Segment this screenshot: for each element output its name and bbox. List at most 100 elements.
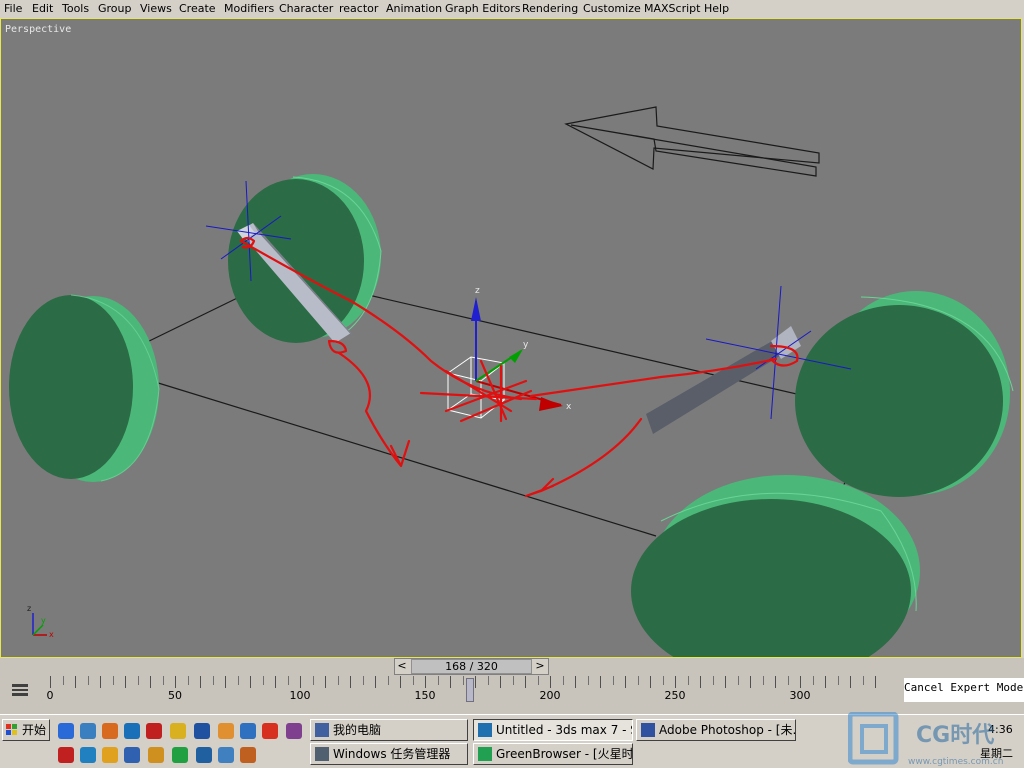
ruler-tick	[500, 676, 501, 688]
warning-icon[interactable]	[170, 723, 186, 739]
app-icon-15[interactable]	[124, 747, 140, 763]
ruler-tick	[137, 676, 139, 685]
qq-icon[interactable]	[218, 723, 234, 739]
task-task-manager[interactable]: Windows 任务管理器	[310, 743, 468, 765]
gizmo-z-label: z	[475, 286, 480, 296]
app-icon-13[interactable]	[80, 747, 96, 763]
track-bar: < 168 / 320 > 0 50 100 150 200 250 300 Cancel …	[0, 658, 1024, 714]
computer-icon	[315, 723, 329, 737]
menu-views[interactable]: Views	[140, 2, 172, 15]
task-3dsmax[interactable]: Untitled - 3ds max 7 - St...	[473, 719, 633, 741]
app-icon-5[interactable]	[146, 723, 162, 739]
ruler-tick	[537, 676, 539, 685]
menu-create[interactable]: Create	[179, 2, 216, 15]
ruler-tick	[675, 676, 676, 688]
ruler-tick	[850, 676, 851, 688]
ruler-tick	[787, 676, 789, 685]
perspective-viewport[interactable]: Perspective z x y z x y	[0, 18, 1022, 658]
time-scrubber[interactable]: < 168 / 320 >	[394, 658, 549, 675]
frame-display[interactable]: 168 / 320	[411, 659, 532, 674]
task-greenbrowser[interactable]: GreenBrowser - [火星时...	[473, 743, 633, 765]
ruler-tick	[312, 676, 314, 685]
ruler-tick	[462, 676, 464, 685]
ruler-tick	[125, 676, 126, 688]
ruler-tick	[350, 676, 351, 688]
ie-icon[interactable]	[58, 723, 74, 739]
ruler-tick	[775, 676, 776, 688]
ruler-tick	[325, 676, 326, 688]
ruler-tick	[337, 676, 339, 685]
ruler-tick	[412, 676, 414, 685]
axis-z-label: z	[27, 604, 31, 613]
ruler-label: 100	[289, 689, 311, 702]
start-label: 开始	[21, 723, 46, 737]
menu-graph-editors[interactable]: Graph Editors	[445, 2, 521, 15]
ruler-label: 150	[414, 689, 436, 702]
ruler-tick	[875, 676, 876, 688]
media-player-icon[interactable]	[194, 723, 210, 739]
app-icon-19[interactable]	[218, 747, 234, 763]
wheel-right[interactable]	[795, 291, 1014, 497]
menu-customize[interactable]: Customize	[583, 2, 641, 15]
shield-icon[interactable]	[148, 747, 164, 763]
ruler-tick	[862, 676, 864, 685]
ruler-tick	[262, 676, 264, 685]
menu-tools[interactable]: Tools	[62, 2, 89, 15]
flashget-icon[interactable]	[102, 723, 118, 739]
ruler-tick	[800, 676, 801, 688]
ruler-label: 50	[168, 689, 182, 702]
ruler-tick	[712, 676, 714, 685]
ruler-tick	[600, 676, 601, 688]
ruler-tick	[87, 676, 89, 685]
watermark-url: www.cgtimes.com.cn	[908, 757, 1003, 767]
next-frame-button[interactable]: >	[533, 659, 547, 674]
ruler-tick	[150, 676, 151, 688]
prev-frame-button[interactable]: <	[395, 659, 409, 674]
menu-reactor[interactable]: reactor	[339, 2, 378, 15]
ruler-label: 0	[46, 689, 54, 702]
app-icon-20[interactable]	[240, 747, 256, 763]
outlook-icon[interactable]	[80, 723, 96, 739]
ruler-tick	[637, 676, 639, 685]
trackbar-toggle-icon[interactable]	[10, 682, 30, 698]
app-icon-18[interactable]	[196, 747, 212, 763]
arrow-app-icon[interactable]	[240, 723, 256, 739]
ruler-tick	[575, 676, 576, 688]
menu-group[interactable]: Group	[98, 2, 132, 15]
wheel-left[interactable]	[9, 294, 160, 482]
time-slider-handle[interactable]	[466, 678, 474, 702]
app-icon-11[interactable]	[286, 723, 302, 739]
ruler-tick	[250, 676, 251, 688]
wheel-top-left[interactable]	[228, 174, 382, 343]
app-icon-12[interactable]	[58, 747, 74, 763]
axis-x-label: x	[49, 630, 54, 639]
ruler-tick	[287, 676, 289, 685]
task-label: 我的电脑	[333, 723, 382, 737]
menu-rendering[interactable]: Rendering	[522, 2, 578, 15]
3dsmax-icon	[478, 723, 492, 737]
task-photoshop[interactable]: Adobe Photoshop - [未...	[636, 719, 796, 741]
menu-modifiers[interactable]: Modifiers	[224, 2, 274, 15]
watermark-text: CG时代	[916, 723, 994, 748]
wheel-bottom-right[interactable]	[631, 475, 920, 658]
menu-file[interactable]: File	[4, 2, 22, 15]
ruler-tick	[475, 676, 476, 688]
tree-icon[interactable]	[172, 747, 188, 763]
menu-maxscript[interactable]: MAXScript	[644, 2, 700, 15]
ruler-tick	[212, 676, 214, 685]
app-icon-14[interactable]	[102, 747, 118, 763]
task-my-computer[interactable]: 我的电脑	[310, 719, 468, 741]
desktop-icon[interactable]	[124, 723, 140, 739]
ruler-tick	[200, 676, 201, 688]
menu-animation[interactable]: Animation	[386, 2, 442, 15]
tools-icon[interactable]	[262, 723, 278, 739]
menu-character[interactable]: Character	[279, 2, 333, 15]
ruler-tick	[525, 676, 526, 688]
ruler-tick	[225, 676, 226, 688]
browser-icon	[478, 747, 492, 761]
ruler-tick	[362, 676, 364, 685]
menu-help[interactable]: Help	[704, 2, 729, 15]
menu-edit[interactable]: Edit	[32, 2, 53, 15]
start-button[interactable]: 开始	[2, 719, 50, 741]
ruler-tick	[725, 676, 726, 688]
